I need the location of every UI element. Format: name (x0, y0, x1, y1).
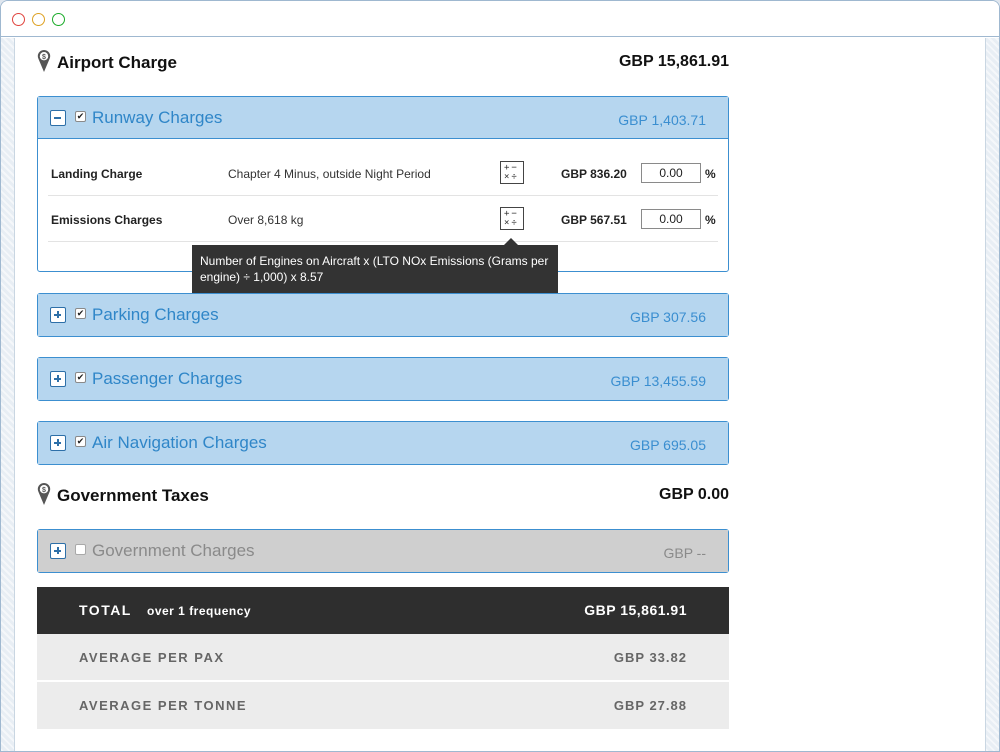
air-navigation-charges-amount: GBP 695.05 (629, 437, 706, 453)
runway-charges-checkbox[interactable]: ✔ (75, 111, 86, 122)
air-navigation-charges-panel: ✔ Air Navigation Charges GBP 695.05 (37, 421, 729, 465)
close-window-button[interactable] (12, 13, 25, 26)
calculator-icon[interactable]: +− ×÷ (500, 161, 524, 184)
parking-charges-panel: ✔ Parking Charges GBP 307.56 (37, 293, 729, 337)
parking-charges-amount: GBP 307.56 (629, 309, 706, 325)
charge-row-landing: Landing Charge Chapter 4 Minus, outside … (48, 150, 718, 196)
government-taxes-heading: $ Government Taxes GBP 0.00 (37, 480, 729, 510)
total-label: TOTAL (79, 602, 132, 618)
passenger-charges-header[interactable]: ✔ Passenger Charges GBP 13,455.59 (38, 358, 728, 400)
percent-sign: % (705, 213, 716, 227)
app-window: $ Airport Charge GBP 15,861.91 ✔ Runway … (0, 0, 1000, 752)
government-charges-amount: GBP -- (663, 545, 706, 561)
calculator-icon[interactable]: +− ×÷ (500, 207, 524, 230)
airport-charge-total: GBP 15,861.91 (618, 53, 729, 70)
government-charges-header[interactable]: Government Charges GBP -- (38, 530, 728, 572)
average-per-tonne-label: AVERAGE PER TONNE (79, 698, 248, 713)
average-per-pax-label: AVERAGE PER PAX (79, 650, 225, 665)
passenger-charges-title[interactable]: Passenger Charges (92, 369, 242, 389)
total-value: GBP 15,861.91 (584, 602, 687, 618)
svg-text:$: $ (42, 487, 46, 494)
passenger-charges-panel: ✔ Passenger Charges GBP 13,455.59 (37, 357, 729, 401)
percent-input[interactable] (641, 163, 701, 183)
charge-amount: GBP 836.20 (561, 167, 627, 181)
parking-charges-title[interactable]: Parking Charges (92, 305, 219, 325)
tooltip-arrow (503, 238, 519, 246)
parking-charges-header[interactable]: ✔ Parking Charges GBP 307.56 (38, 294, 728, 336)
airport-charge-title: Airport Charge (57, 53, 177, 72)
left-border-pattern (1, 38, 15, 751)
government-charges-title[interactable]: Government Charges (92, 541, 255, 561)
average-per-pax-value: GBP 33.82 (613, 650, 687, 665)
expand-plus-icon[interactable] (50, 307, 66, 323)
government-charges-checkbox[interactable] (75, 544, 86, 555)
passenger-charges-checkbox[interactable]: ✔ (75, 372, 86, 383)
air-navigation-charges-title[interactable]: Air Navigation Charges (92, 433, 267, 453)
runway-charges-title[interactable]: Runway Charges (92, 108, 222, 128)
charge-name: Landing Charge (51, 167, 143, 181)
maximize-window-button[interactable] (52, 13, 65, 26)
government-taxes-title: Government Taxes (57, 486, 209, 505)
parking-charges-checkbox[interactable]: ✔ (75, 308, 86, 319)
charge-name: Emissions Charges (51, 213, 163, 227)
charge-description: Chapter 4 Minus, outside Night Period (228, 167, 431, 181)
air-navigation-charges-header[interactable]: ✔ Air Navigation Charges GBP 695.05 (38, 422, 728, 464)
percent-sign: % (705, 167, 716, 181)
window-titlebar (1, 1, 999, 37)
charge-row-emissions: Emissions Charges Over 8,618 kg +− ×÷ GBP… (48, 196, 718, 242)
dollar-pin-icon: $ (37, 482, 51, 505)
dollar-pin-icon: $ (37, 49, 51, 72)
expand-plus-icon[interactable] (50, 435, 66, 451)
total-bar: TOTAL over 1 frequency GBP 15,861.91 (37, 587, 729, 634)
average-per-tonne-row: AVERAGE PER TONNE GBP 27.88 (37, 682, 729, 729)
airport-charge-heading: $ Airport Charge GBP 15,861.91 (37, 47, 729, 77)
right-border-pattern (985, 38, 999, 751)
government-charges-panel: Government Charges GBP -- (37, 529, 729, 573)
formula-tooltip: Number of Engines on Aircraft x (LTO NOx… (192, 245, 558, 293)
average-per-pax-row: AVERAGE PER PAX GBP 33.82 (37, 634, 729, 681)
percent-input[interactable] (641, 209, 701, 229)
air-navigation-charges-checkbox[interactable]: ✔ (75, 436, 86, 447)
expand-plus-icon[interactable] (50, 371, 66, 387)
total-frequency-label: over 1 frequency (147, 604, 252, 618)
passenger-charges-amount: GBP 13,455.59 (610, 373, 706, 389)
government-taxes-total: GBP 0.00 (659, 486, 729, 503)
expand-plus-icon[interactable] (50, 543, 66, 559)
runway-charges-amount: GBP 1,403.71 (618, 112, 706, 128)
charge-description: Over 8,618 kg (228, 213, 304, 227)
runway-charges-header[interactable]: ✔ Runway Charges GBP 1,403.71 (38, 97, 728, 139)
average-per-tonne-value: GBP 27.88 (613, 698, 687, 713)
collapse-minus-icon[interactable] (50, 110, 66, 126)
charge-amount: GBP 567.51 (561, 213, 627, 227)
minimize-window-button[interactable] (32, 13, 45, 26)
svg-text:$: $ (42, 54, 46, 61)
